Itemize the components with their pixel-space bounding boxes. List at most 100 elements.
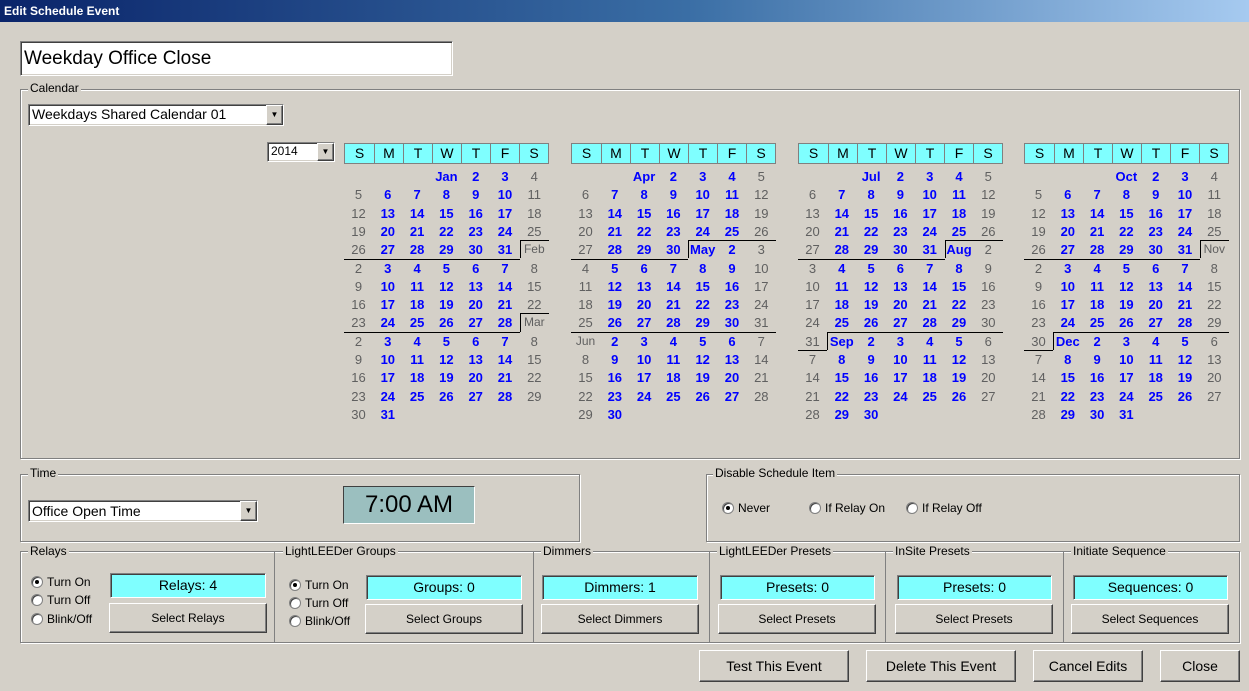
calendar-day[interactable]: 10 xyxy=(491,185,520,204)
calendar-day[interactable]: 10 xyxy=(886,350,915,369)
calendar-day[interactable]: 23 xyxy=(344,313,373,332)
calendar-day[interactable]: 18 xyxy=(403,368,432,387)
calendar-day[interactable]: 22 xyxy=(1053,387,1082,406)
calendar-day[interactable]: 25 xyxy=(827,313,856,332)
calendar-day[interactable]: 21 xyxy=(403,222,432,241)
calendar-day[interactable]: 12 xyxy=(974,185,1003,204)
calendar-day[interactable]: 6 xyxy=(1200,332,1229,351)
calendar-day[interactable]: 8 xyxy=(520,259,549,278)
calendar-day[interactable]: 7 xyxy=(915,259,944,278)
calendar-day[interactable]: 26 xyxy=(344,240,373,259)
calendar-day[interactable]: 24 xyxy=(373,387,402,406)
calendar-day[interactable]: 20 xyxy=(974,368,1003,387)
calendar-day[interactable]: 4 xyxy=(945,167,974,186)
calendar-day[interactable]: 3 xyxy=(915,167,944,186)
calendar-day[interactable]: 16 xyxy=(718,277,747,296)
calendar-day[interactable]: 28 xyxy=(491,387,520,406)
calendar-day[interactable]: 23 xyxy=(886,222,915,241)
calendar-day[interactable]: 23 xyxy=(461,222,490,241)
calendar-day[interactable]: 9 xyxy=(974,259,1003,278)
calendar-day[interactable]: 12 xyxy=(688,350,717,369)
calendar-day[interactable]: 7 xyxy=(1083,185,1112,204)
calendar-day[interactable]: 3 xyxy=(373,332,402,351)
calendar-day[interactable]: 4 xyxy=(827,259,856,278)
calendar-day[interactable]: 17 xyxy=(373,368,402,387)
calendar-day[interactable]: 27 xyxy=(373,240,402,259)
groups-blink-radio[interactable]: Blink/Off xyxy=(289,613,350,629)
calendar-day[interactable]: 24 xyxy=(491,222,520,241)
calendar-day[interactable]: 24 xyxy=(688,222,717,241)
calendar-day[interactable]: 12 xyxy=(432,277,461,296)
calendar-day[interactable]: 12 xyxy=(1112,277,1141,296)
calendar-day[interactable]: 31 xyxy=(491,240,520,259)
calendar-day[interactable]: 3 xyxy=(491,167,520,186)
calendar-day[interactable]: 27 xyxy=(630,313,659,332)
disable-relay-off-radio[interactable]: If Relay Off xyxy=(906,500,982,516)
calendar-day[interactable]: 13 xyxy=(630,277,659,296)
calendar-day[interactable]: 11 xyxy=(403,350,432,369)
disable-relay-on-radio[interactable]: If Relay On xyxy=(809,500,885,516)
calendar-day[interactable]: 14 xyxy=(403,204,432,223)
calendar-day[interactable]: 9 xyxy=(718,259,747,278)
calendar-day[interactable]: 19 xyxy=(945,368,974,387)
calendar-day[interactable]: 19 xyxy=(688,368,717,387)
calendar-day[interactable]: 4 xyxy=(1141,332,1170,351)
calendar-day[interactable]: 30 xyxy=(886,240,915,259)
calendar-day[interactable]: 21 xyxy=(491,295,520,314)
calendar-day[interactable]: 12 xyxy=(1171,350,1200,369)
calendar-day[interactable]: 9 xyxy=(659,185,688,204)
calendar-day[interactable]: 25 xyxy=(945,222,974,241)
calendar-day[interactable]: 30 xyxy=(857,405,886,424)
calendar-day[interactable]: 18 xyxy=(571,295,600,314)
calendar-day[interactable]: 30 xyxy=(1141,240,1170,259)
month-label[interactable]: Dec xyxy=(1053,332,1082,351)
calendar-day[interactable]: 11 xyxy=(1200,185,1229,204)
calendar-day[interactable]: 7 xyxy=(1171,259,1200,278)
calendar-day[interactable]: 27 xyxy=(1200,387,1229,406)
calendar-day[interactable]: 20 xyxy=(630,295,659,314)
calendar-day[interactable]: 17 xyxy=(915,204,944,223)
calendar-day[interactable]: 16 xyxy=(1083,368,1112,387)
calendar-day[interactable]: 6 xyxy=(1141,259,1170,278)
calendar-day[interactable]: 9 xyxy=(1024,277,1053,296)
calendar-day[interactable]: 16 xyxy=(600,368,629,387)
calendar-day[interactable]: 21 xyxy=(915,295,944,314)
calendar-day[interactable]: 11 xyxy=(827,277,856,296)
calendar-day[interactable]: 15 xyxy=(688,277,717,296)
calendar-day[interactable]: 3 xyxy=(688,167,717,186)
calendar-day[interactable]: 4 xyxy=(1200,167,1229,186)
relays-turn-on-radio[interactable]: Turn On xyxy=(31,574,91,590)
calendar-day[interactable]: 11 xyxy=(571,277,600,296)
calendar-day[interactable]: 15 xyxy=(630,204,659,223)
calendar-day[interactable]: 22 xyxy=(432,222,461,241)
calendar-day[interactable]: 24 xyxy=(1053,313,1082,332)
calendar-day[interactable]: 14 xyxy=(600,204,629,223)
calendar-day[interactable]: 29 xyxy=(945,313,974,332)
calendar-day[interactable]: 23 xyxy=(659,222,688,241)
calendar-day[interactable]: 8 xyxy=(571,350,600,369)
calendar-day[interactable]: 9 xyxy=(344,277,373,296)
calendar-day[interactable]: 20 xyxy=(718,368,747,387)
calendar-day[interactable]: 25 xyxy=(1083,313,1112,332)
calendar-day[interactable]: 21 xyxy=(491,368,520,387)
calendar-day[interactable]: 22 xyxy=(1200,295,1229,314)
calendar-day[interactable]: 15 xyxy=(520,277,549,296)
month-label[interactable]: Apr xyxy=(630,167,659,186)
month-label[interactable]: Jan xyxy=(432,167,461,186)
calendar-day[interactable]: 14 xyxy=(798,368,827,387)
calendar-day[interactable]: 13 xyxy=(886,277,915,296)
calendar-day[interactable]: 14 xyxy=(915,277,944,296)
calendar-day[interactable]: 29 xyxy=(520,387,549,406)
month-label[interactable]: Sep xyxy=(827,332,856,351)
calendar-day[interactable]: 22 xyxy=(571,387,600,406)
calendar-day[interactable]: 18 xyxy=(403,295,432,314)
calendar-day[interactable]: 31 xyxy=(1112,405,1141,424)
calendar-day[interactable]: 2 xyxy=(886,167,915,186)
calendar-day[interactable]: 6 xyxy=(630,259,659,278)
month-label[interactable]: Nov xyxy=(1200,240,1229,259)
calendar-day[interactable]: 26 xyxy=(974,222,1003,241)
calendar-day[interactable]: 5 xyxy=(432,259,461,278)
calendar-day[interactable]: 11 xyxy=(1083,277,1112,296)
calendar-day[interactable]: 24 xyxy=(1171,222,1200,241)
calendar-day[interactable]: 27 xyxy=(886,313,915,332)
